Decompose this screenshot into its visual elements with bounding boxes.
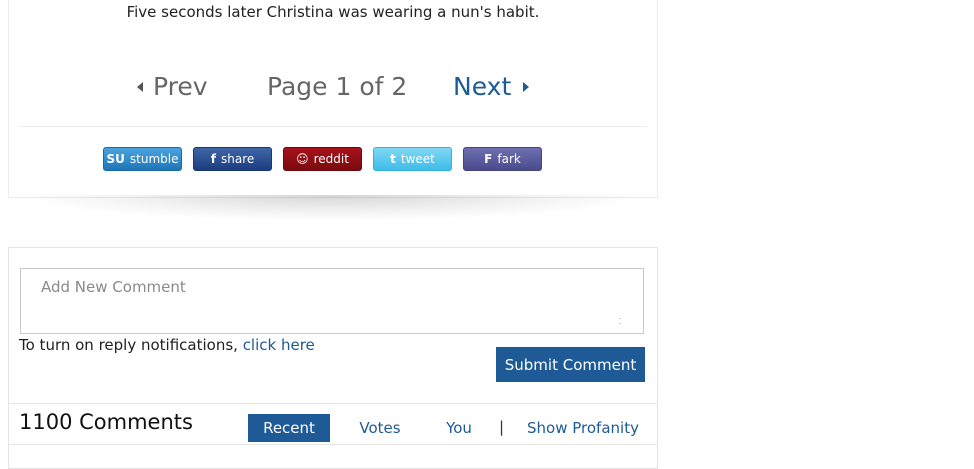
comments-panel: Add New Comment ⁚ To turn on reply notif…: [8, 247, 658, 469]
reddit-button[interactable]: ☺ reddit: [283, 147, 362, 171]
divider: [9, 403, 657, 404]
twitter-icon: t: [390, 152, 396, 166]
divider: [9, 444, 657, 445]
pagination: Prev Page 1 of 2 Next: [9, 72, 657, 108]
facebook-share-button[interactable]: f share: [193, 147, 272, 171]
reply-notification-text: To turn on reply notifications, click he…: [19, 336, 315, 354]
fark-button[interactable]: F fark: [463, 147, 542, 171]
comment-input[interactable]: Add New Comment ⁚: [20, 268, 644, 334]
tab-recent[interactable]: Recent: [248, 414, 330, 442]
comment-placeholder: Add New Comment: [41, 278, 186, 296]
prev-link[interactable]: Prev: [137, 72, 208, 101]
reddit-icon: ☺: [296, 152, 309, 166]
panel-shadow: [14, 195, 650, 221]
stumbleupon-icon: SU: [106, 152, 125, 166]
tab-separator: |: [499, 418, 505, 436]
fark-icon: F: [484, 152, 493, 166]
next-label: Next: [453, 72, 512, 101]
arrow-left-icon: [137, 81, 143, 92]
submit-comment-button[interactable]: Submit Comment: [496, 347, 645, 382]
comment-sort-tabs: Recent Votes You | Show Profanity: [9, 414, 657, 444]
article-panel: Five seconds later Christina was wearing…: [8, 0, 658, 198]
page-indicator: Page 1 of 2: [267, 72, 408, 101]
notify-text: To turn on reply notifications,: [19, 336, 243, 354]
stumble-button[interactable]: SU stumble: [103, 147, 182, 171]
tweet-label: tweet: [400, 152, 435, 166]
share-bar: SU stumble f share ☺ reddit t tweet F fa…: [103, 147, 542, 171]
fark-label: fark: [497, 152, 521, 166]
stumble-label: stumble: [129, 152, 179, 166]
prev-label: Prev: [153, 72, 208, 101]
reddit-label: reddit: [313, 152, 349, 166]
resize-grip-icon[interactable]: ⁚: [618, 317, 621, 326]
tab-votes[interactable]: Votes: [351, 414, 409, 442]
tab-you[interactable]: You: [437, 414, 481, 442]
show-profanity-link[interactable]: Show Profanity: [527, 414, 639, 442]
next-link[interactable]: Next: [453, 72, 530, 101]
notify-link[interactable]: click here: [243, 336, 315, 354]
arrow-right-icon: [523, 81, 530, 92]
facebook-icon: f: [210, 152, 216, 166]
divider: [19, 126, 647, 127]
tweet-button[interactable]: t tweet: [373, 147, 452, 171]
share-label: share: [220, 152, 255, 166]
image-caption: Five seconds later Christina was wearing…: [126, 3, 540, 21]
